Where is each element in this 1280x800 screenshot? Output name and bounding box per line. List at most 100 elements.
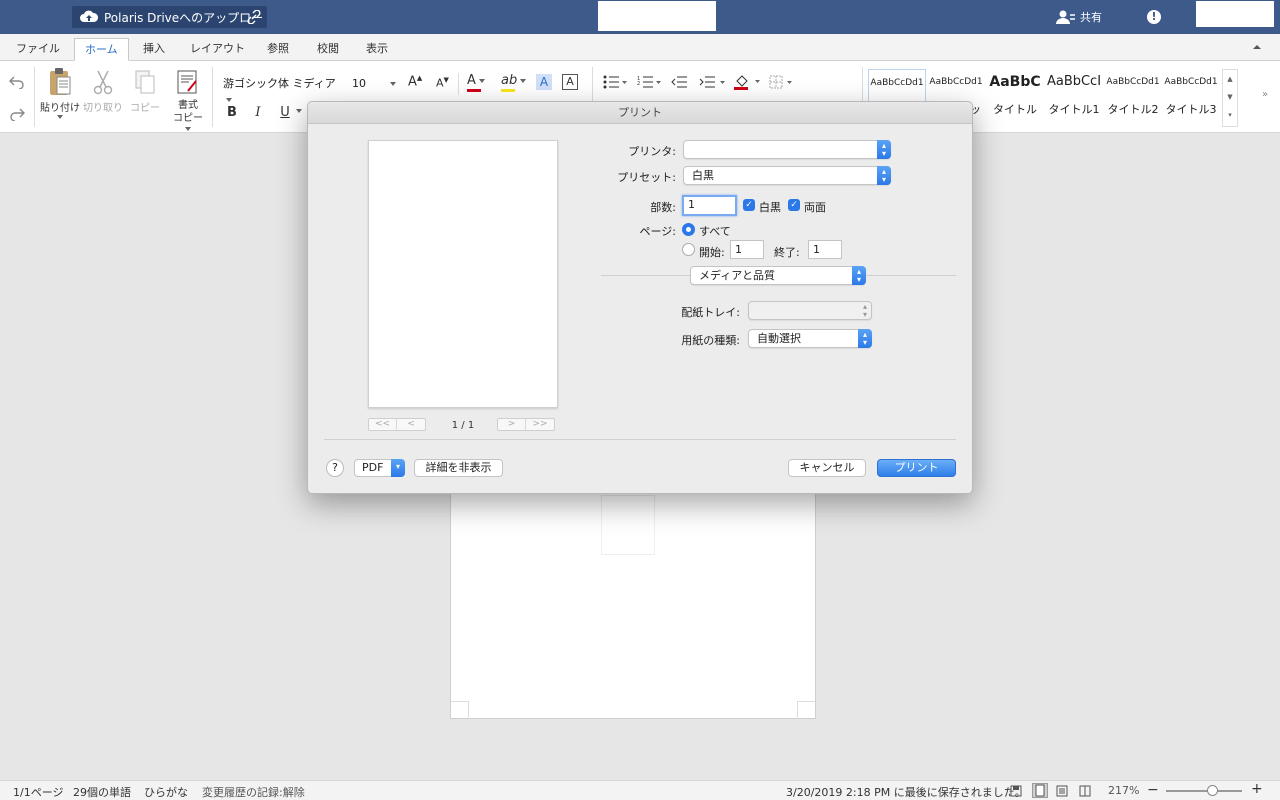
cut-label[interactable]: 切り取り <box>82 99 124 114</box>
numbering-icon[interactable]: 12 <box>637 75 661 89</box>
tab-insert[interactable]: 挿入 <box>133 38 175 61</box>
italic-button[interactable]: I <box>250 105 266 120</box>
outline-view-icon[interactable] <box>1056 785 1068 797</box>
redo-icon[interactable] <box>9 107 25 121</box>
paper-tray-select[interactable]: ▴ ▾ <box>748 301 872 320</box>
preset-select[interactable]: 白黒 ▴ ▾ <box>683 166 891 185</box>
document-title[interactable]: Polaris Driveへのアップロー <box>72 6 267 28</box>
chevron-up-icon[interactable] <box>1252 42 1262 52</box>
text-shading-icon[interactable]: A <box>536 74 552 90</box>
word-count[interactable]: 29個の単語 <box>73 784 131 800</box>
alert-icon[interactable]: ! <box>1147 10 1161 24</box>
copy-icon[interactable] <box>134 69 156 95</box>
style-sample: AaBbCcDd1 <box>1164 77 1218 87</box>
zoom-out-button[interactable]: − <box>1147 782 1159 798</box>
share-button[interactable]: 共有 <box>1056 9 1102 25</box>
bw-label: 白黒 <box>759 201 781 214</box>
print-preview <box>368 140 558 408</box>
print-button[interactable]: プリント <box>877 459 956 477</box>
tab-view[interactable]: 表示 <box>356 38 398 61</box>
to-input[interactable]: 1 <box>808 240 842 259</box>
tab-review[interactable]: 校閲 <box>307 38 349 61</box>
document-title-text: Polaris Driveへのアップロー <box>104 10 264 25</box>
copy-label[interactable]: コピー <box>128 99 162 114</box>
first-page-button[interactable]: << <box>369 419 397 430</box>
link-icon[interactable] <box>247 10 261 24</box>
pages-all-radio[interactable] <box>682 223 695 236</box>
zoom-slider[interactable] <box>1166 790 1242 792</box>
style-title[interactable]: AaBbC タイトル <box>986 69 1044 121</box>
preview-nav-back: << < <box>368 418 426 431</box>
more-ribbon-chevron-icon[interactable]: » <box>1262 89 1268 100</box>
updown-chevron-icon: ▴ ▾ <box>852 266 866 285</box>
underline-button[interactable]: U <box>277 105 293 120</box>
save-icon[interactable] <box>1010 785 1022 797</box>
prev-page-button[interactable]: < <box>397 419 425 430</box>
track-changes-status[interactable]: 変更履歴の記録:解除 <box>202 784 305 800</box>
updown-chevron-icon: ▴ ▾ <box>877 140 891 159</box>
char-border-icon[interactable]: A <box>562 74 578 90</box>
format-copy-caret[interactable] <box>183 124 193 135</box>
section-select[interactable]: メディアと品質 ▴ ▾ <box>690 266 866 285</box>
bullets-icon[interactable] <box>603 75 627 89</box>
shrink-font-icon[interactable]: A▼ <box>436 76 449 90</box>
style-sample: AaBbCcDd1 <box>870 78 924 88</box>
from-input[interactable]: 1 <box>730 240 764 259</box>
font-name-select[interactable]: 游ゴシック体 ミディア <box>222 75 344 102</box>
style-sample: AaBbCcI <box>1046 74 1102 89</box>
undo-icon[interactable] <box>9 75 25 89</box>
account-placeholder[interactable] <box>1196 1 1274 27</box>
paper-type-value: 自動選択 <box>757 332 801 345</box>
svg-text:2: 2 <box>637 81 640 87</box>
zoom-slider-thumb[interactable] <box>1206 785 1218 796</box>
help-button[interactable]: ? <box>326 459 344 477</box>
bold-button[interactable]: B <box>224 105 240 120</box>
grow-font-icon[interactable]: A▲ <box>408 74 422 89</box>
style-heading-3[interactable]: AaBbCcDd1 タイトル3 <box>1162 69 1220 121</box>
last-page-button[interactable]: >> <box>526 419 554 430</box>
style-heading-1[interactable]: AaBbCcI タイトル1 <box>1045 69 1103 121</box>
next-page-button[interactable]: > <box>498 419 526 430</box>
tab-file[interactable]: ファイル <box>6 38 70 61</box>
tab-home[interactable]: ホーム <box>74 38 129 61</box>
paper-tray-label: 配紙トレイ: <box>681 306 740 319</box>
underline-caret[interactable] <box>295 106 303 117</box>
web-layout-icon[interactable] <box>1079 785 1091 797</box>
font-size-select[interactable]: 10 <box>351 75 397 93</box>
pages-range-radio[interactable] <box>682 243 695 256</box>
scissors-icon[interactable] <box>92 69 114 95</box>
chevron-down-icon: ▾ <box>391 459 405 477</box>
font-color-button[interactable]: A <box>467 73 497 93</box>
style-name: タイトル2 <box>1107 103 1159 116</box>
style-sample: AaBbCcDd1 <box>929 77 983 87</box>
format-copy-label[interactable]: 書式 コピー <box>172 99 204 125</box>
hide-details-button[interactable]: 詳細を非表示 <box>414 459 503 477</box>
pdf-menu-button[interactable]: PDF ▾ <box>354 459 405 477</box>
decrease-indent-icon[interactable] <box>671 75 687 89</box>
input-mode[interactable]: ひらがな <box>144 784 188 800</box>
cancel-button[interactable]: キャンセル <box>788 459 866 477</box>
copies-input[interactable]: 1 <box>682 195 737 216</box>
line-spacing-icon[interactable] <box>699 75 727 89</box>
paste-icon[interactable] <box>47 67 73 97</box>
duplex-label: 両面 <box>804 201 826 214</box>
tab-references[interactable]: 参照 <box>257 38 299 61</box>
styles-scroll[interactable]: ▲ ▼ ▾ <box>1222 69 1238 127</box>
fill-bucket-icon[interactable] <box>734 74 762 90</box>
paper-type-select[interactable]: 自動選択 ▴ ▾ <box>748 329 872 348</box>
print-layout-icon[interactable] <box>1032 783 1048 798</box>
font-color-icon: A <box>467 73 476 88</box>
paste-dropdown-caret[interactable] <box>55 112 65 123</box>
from-label: 開始: <box>699 246 725 259</box>
bw-checkbox[interactable]: ✓ <box>743 199 755 211</box>
zoom-in-button[interactable]: + <box>1251 781 1263 797</box>
style-heading-2[interactable]: AaBbCcDd1 タイトル2 <box>1104 69 1162 121</box>
highlight-color-button[interactable]: ab <box>501 73 531 93</box>
duplex-checkbox[interactable]: ✓ <box>788 199 800 211</box>
printer-select[interactable]: ▴ ▾ <box>683 140 891 159</box>
borders-icon[interactable] <box>769 75 797 89</box>
tab-layout[interactable]: レイアウト <box>180 38 255 61</box>
format-painter-icon[interactable] <box>176 69 200 95</box>
page-count[interactable]: 1/1ページ <box>13 784 63 800</box>
divider <box>212 67 213 127</box>
